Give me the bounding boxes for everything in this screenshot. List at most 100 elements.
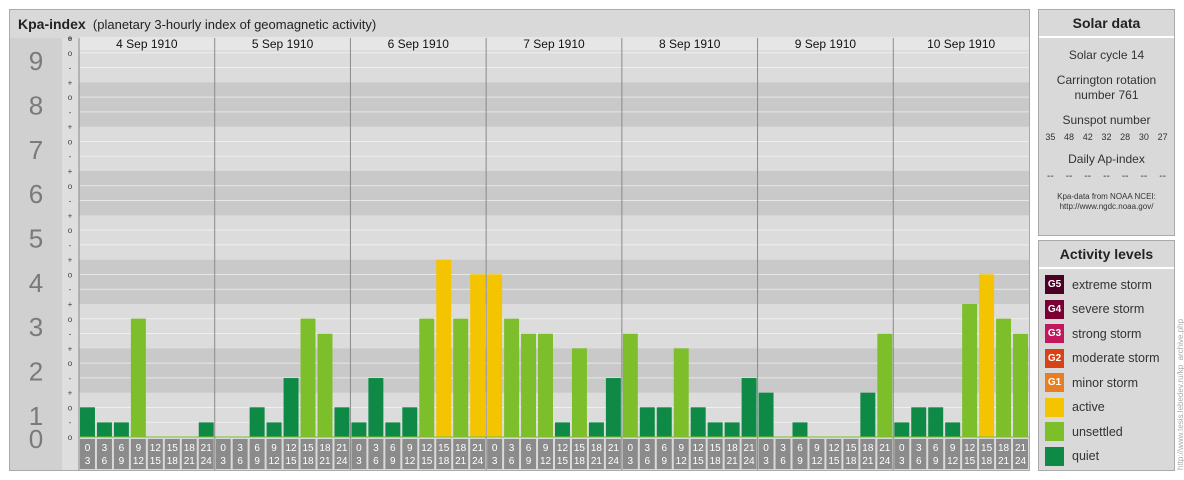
interval-start-label: 0 [220,443,226,454]
interval-start-label: 9 [136,443,142,454]
kp-bar [707,422,723,437]
activity-level-strong-storm: G3 strong storm [1045,324,1174,343]
interval-start-label: 18 [319,443,331,454]
kp-bar [113,422,129,437]
interval-end-label: 24 [879,456,891,467]
interval-end-label: 3 [628,456,634,467]
interval-end-label: 15 [150,456,162,467]
interval-end-label: 6 [509,456,515,467]
kp-band [79,82,1029,127]
interval-start-label: 12 [828,443,840,454]
activity-level-swatch: G2 [1045,348,1064,368]
interval-end-label: 21 [727,456,739,467]
kp-bar [487,274,503,437]
interval-end-label: 24 [744,456,756,467]
kp-bar [605,378,621,437]
kp-bar [436,259,452,437]
data-credit: Kpa-data from NOAA NCEI: http://www.ngdc… [1039,192,1174,212]
interval-start-label: 21 [336,443,348,454]
kp-band [79,259,1029,304]
daily-ap-label: Daily Ap-index [1068,152,1145,166]
activity-level-label: moderate storm [1072,351,1160,365]
sunspot-value: 30 [1138,132,1149,142]
kp-bar [622,333,638,437]
interval-start-label: 21 [608,443,620,454]
kp-bar [351,422,367,437]
interval-end-label: 3 [356,456,362,467]
sunspot-value: 32 [1101,132,1112,142]
interval-start-label: 21 [1015,443,1027,454]
interval-start-label: 9 [678,443,684,454]
kp-bar [283,378,299,437]
interval-start-label: 6 [390,443,396,454]
activity-level-swatch: G5 [1045,275,1064,294]
y-axis-label: 2 [29,357,43,387]
interval-start-label: 12 [150,443,162,454]
interval-start-label: 3 [916,443,922,454]
ap-value: -- [1121,171,1129,182]
kp-bar [588,422,604,437]
kp-bar [198,422,214,437]
interval-end-label: 9 [933,456,939,467]
interval-start-label: 0 [356,443,362,454]
sunspot-value: 42 [1082,132,1093,142]
daily-ap-values: -- -- -- -- -- -- -- [1039,171,1174,182]
interval-end-label: 6 [102,456,108,467]
kp-bar [80,407,95,437]
y-minor-label: o [68,359,73,368]
interval-start-label: 0 [763,443,769,454]
sunspot-value: 48 [1064,132,1075,142]
interval-start-label: 15 [167,443,179,454]
interval-end-label: 24 [201,456,213,467]
day-label: 5 Sep 1910 [252,37,314,51]
activity-level-label: strong storm [1072,326,1142,341]
interval-start-label: 21 [744,443,756,454]
y-minor-label: - [69,152,72,161]
activity-legend: G5 extreme storm G4 severe storm G3 strong st… [1039,275,1174,466]
interval-start-label: 3 [645,443,651,454]
interval-end-label: 21 [591,456,603,467]
interval-start-label: 6 [119,443,125,454]
activity-levels-panel: Activity levels G5 extreme storm G4 severe … [1038,240,1175,471]
interval-start-label: 12 [285,443,297,454]
y-minor-label: - [69,418,72,427]
kp-bar [639,407,655,437]
interval-start-label: 18 [591,443,603,454]
interval-end-label: 15 [285,456,297,467]
interval-start-label: 3 [509,443,515,454]
y-minor-label: + [68,123,73,132]
y-minor-label: + [68,78,73,87]
y-axis-label: 1 [29,401,43,431]
interval-end-label: 3 [763,456,769,467]
y-minor-label: - [69,374,72,383]
interval-start-label: 0 [85,443,91,454]
interval-start-label: 6 [526,443,532,454]
solar-data-title: Solar data [1039,10,1174,38]
ap-value: -- [1065,171,1073,182]
interval-end-label: 12 [676,456,688,467]
kp-bar [1013,333,1028,437]
interval-end-label: 12 [811,456,823,467]
interval-end-label: 18 [167,456,179,467]
kp-band [79,171,1029,216]
y-minor-label: o [68,403,73,412]
y-minor-label: - [69,330,72,339]
interval-end-label: 18 [438,456,450,467]
sunspot-value: 28 [1120,132,1131,142]
day-label: 8 Sep 1910 [659,37,721,51]
activity-level-unsettled: unsettled [1045,422,1174,441]
kp-bar [877,333,893,437]
activity-level-swatch [1045,446,1064,466]
interval-end-label: 21 [184,456,196,467]
kp-bar [945,422,961,437]
y-axis-label: 4 [29,268,43,298]
activity-level-swatch [1045,397,1064,417]
interval-end-label: 24 [608,456,620,467]
interval-end-label: 12 [133,456,145,467]
interval-start-label: 9 [814,443,820,454]
interval-start-label: 15 [574,443,586,454]
interval-end-label: 21 [455,456,467,467]
interval-end-label: 6 [780,456,786,467]
activity-level-label: severe storm [1072,302,1145,316]
kp-bar [962,304,978,437]
